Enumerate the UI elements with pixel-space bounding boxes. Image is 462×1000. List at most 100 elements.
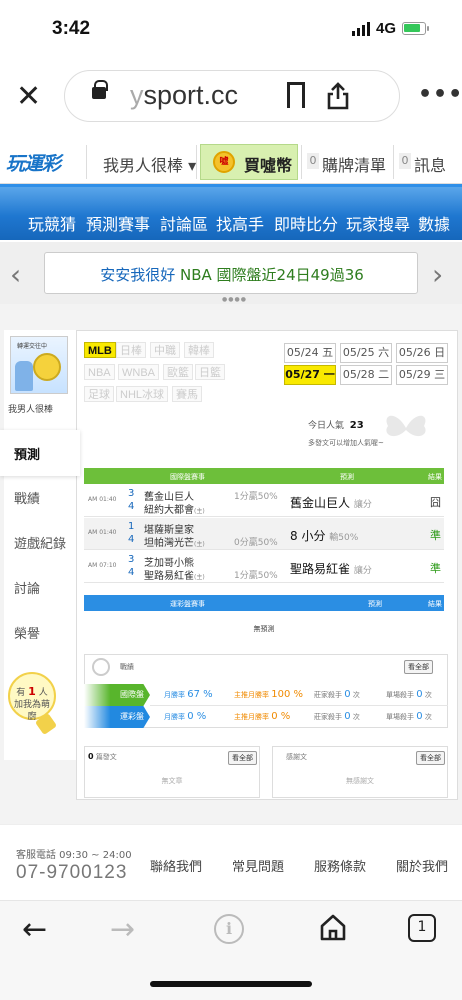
footer-link-about[interactable]: 關於我們 <box>396 856 448 875</box>
network-label: 4G <box>375 20 396 37</box>
more-icon[interactable]: ••• <box>418 82 462 107</box>
tab-local-odds[interactable]: 運彩盤 <box>84 706 150 728</box>
thanks-title: 感謝文 <box>286 753 307 761</box>
thanks-view-all-button[interactable]: 看全部 <box>416 751 445 765</box>
team-home[interactable]: 聖路易紅雀(主) <box>144 567 205 582</box>
table-row[interactable]: AM 01:40 1 堪薩斯皇家 4 坦帕灣光芒(主) 0分贏50% 8 小分 輸50% 準 <box>84 518 444 550</box>
league-tag-mlb[interactable]: MLB <box>84 342 116 358</box>
month-win-rate: 月勝率 67 % <box>164 689 213 700</box>
score-home: 4 <box>128 501 135 512</box>
bookmark-icon[interactable] <box>287 82 305 114</box>
nav-item-forum[interactable]: 討論區 <box>160 211 208 235</box>
support-phone[interactable]: 07-9700123 <box>16 862 127 884</box>
score-home: 4 <box>128 567 135 578</box>
table-row[interactable]: AM 01:40 3 舊金山巨人 4 紐約大都會(主) 1分贏50% 舊金山巨人 讓分囧 <box>84 485 444 517</box>
status-indicators: 4G <box>351 20 429 37</box>
odds: 1分贏50% <box>234 571 278 581</box>
target-icon <box>92 658 110 676</box>
league-tag-npb[interactable]: 日棒 <box>116 342 146 358</box>
result-badge: 準 <box>430 562 441 575</box>
tab-intl-odds[interactable]: 國際盤 <box>84 684 150 706</box>
score-away: 3 <box>128 554 135 565</box>
league-tag-nhl[interactable]: NHL冰球 <box>116 386 169 402</box>
league-tag-cpbl[interactable]: 中職 <box>150 342 180 358</box>
date-0527[interactable]: 05/27 一 <box>284 365 336 385</box>
username[interactable]: 我男人很棒 <box>8 402 53 415</box>
intl-table-header: 國際盤賽事 預測 結果 <box>84 468 444 484</box>
local-table-header: 運彩盤賽事 預測 結果 <box>84 595 444 611</box>
league-tag-horse[interactable]: 賽馬 <box>172 386 202 402</box>
url-text[interactable]: ysport.cc <box>130 80 238 111</box>
date-0529[interactable]: 05/29 三 <box>396 365 448 385</box>
main-win-rate: 主推月勝率 100 % <box>234 689 304 700</box>
game-time: AM 01:40 <box>88 496 117 503</box>
message-count: 0 <box>399 153 411 169</box>
game-time: AM 07:10 <box>88 562 117 569</box>
home-icon[interactable] <box>318 912 348 942</box>
team-home[interactable]: 紐約大都會(主) <box>144 501 205 516</box>
month-win-rate: 月勝率 0 % <box>164 711 207 722</box>
tabs-button[interactable]: 1 <box>408 914 436 942</box>
league-tag-kbo[interactable]: 韓棒 <box>184 342 214 358</box>
sidebar-item-discuss[interactable]: 討論 <box>14 578 40 597</box>
sidebar-item-predict[interactable]: 預測 <box>14 444 40 463</box>
score-away: 1 <box>128 521 135 532</box>
footer-link-terms[interactable]: 服務條款 <box>314 856 366 875</box>
share-icon[interactable] <box>325 82 351 110</box>
message-link[interactable]: 訊息 <box>414 152 446 176</box>
score-away: 3 <box>128 488 135 499</box>
result-badge: 囧 <box>430 496 441 509</box>
site-logo[interactable]: 玩運彩 <box>6 149 61 176</box>
footer-link-faq[interactable]: 常見問題 <box>232 856 284 875</box>
league-tag-jbl[interactable]: 日籃 <box>195 364 225 380</box>
house-killer: 莊家殺手 0 次 <box>314 689 360 700</box>
battery-icon <box>402 22 429 35</box>
nav-item-player-search[interactable]: 玩家搜尋 <box>346 211 410 235</box>
sidebar-item-honor[interactable]: 榮譽 <box>14 623 40 642</box>
nav-item-predict[interactable]: 預測賽事 <box>86 211 150 235</box>
league-tag-soccer[interactable]: 足球 <box>84 386 114 402</box>
chevron-right-icon[interactable]: › <box>432 258 443 291</box>
result-badge: 準 <box>430 529 441 542</box>
fans-bulb[interactable]: 有 1 人加我為萌廚 <box>8 672 56 722</box>
odds: 1分贏50% <box>234 492 278 502</box>
nav-item-livescore[interactable]: 即時比分 <box>274 211 338 235</box>
prediction-pick: 舊金山巨人 讓分 <box>290 496 372 510</box>
butterfly-icon <box>386 415 426 437</box>
nav-item-guess[interactable]: 玩競猜 <box>28 211 76 235</box>
league-tag-euro[interactable]: 歐籃 <box>163 364 193 380</box>
prediction-pick: 8 小分 輸50% <box>290 529 359 543</box>
sidebar-item-record[interactable]: 戰績 <box>14 488 40 507</box>
single-killer: 單場殺手 0 次 <box>386 711 432 722</box>
ticker-text[interactable]: 安安我很好 NBA 國際盤近24日49過36 <box>60 264 404 285</box>
support-hours: 客服電話 09:30 ~ 24:00 <box>16 850 132 861</box>
date-0525[interactable]: 05/25 六 <box>340 343 392 363</box>
buy-coin-label[interactable]: 買噓幣 <box>244 152 292 176</box>
no-prediction: 無預測 <box>253 625 275 633</box>
date-0528[interactable]: 05/28 二 <box>340 365 392 385</box>
footer-link-contact[interactable]: 聯絡我們 <box>150 856 202 875</box>
team-home[interactable]: 坦帕灣光芒(主) <box>144 534 205 549</box>
league-tag-wnba[interactable]: WNBA <box>118 364 159 380</box>
stats-view-all-button[interactable]: 看全部 <box>404 660 433 674</box>
cart-link[interactable]: 購牌清單 <box>322 152 386 176</box>
back-arrow-icon[interactable]: ← <box>22 912 47 947</box>
popularity-hint: 多發文可以增加人氣喔~ <box>308 439 384 447</box>
league-tag-nba[interactable]: NBA <box>84 364 115 380</box>
main-win-rate: 主推月勝率 0 % <box>234 711 291 722</box>
date-0526[interactable]: 05/26 日 <box>396 343 448 363</box>
close-icon[interactable]: ✕ <box>16 82 41 112</box>
date-0524[interactable]: 05/24 五 <box>284 343 336 363</box>
info-sparkle-icon[interactable]: i <box>214 914 244 944</box>
forward-arrow-icon[interactable]: → <box>110 912 135 947</box>
posts-view-all-button[interactable]: 看全部 <box>228 751 257 765</box>
odds: 0分贏50% <box>234 538 278 548</box>
sidebar-item-game-log[interactable]: 遊戲紀錄 <box>14 533 66 552</box>
avatar[interactable]: 轉運交往中 <box>10 336 68 394</box>
nav-item-experts[interactable]: 找高手 <box>216 211 264 235</box>
chevron-left-icon[interactable]: ‹ <box>10 258 21 291</box>
table-row[interactable]: AM 07:10 3 芝加哥小熊 4 聖路易紅雀(主) 1分贏50% 聖路易紅雀 讓分準 <box>84 551 444 583</box>
nav-item-data[interactable]: 數據 <box>418 211 450 235</box>
user-menu[interactable]: 我男人很棒 ▾ <box>103 152 196 176</box>
thanks-empty: 無感謝文 <box>346 777 374 785</box>
